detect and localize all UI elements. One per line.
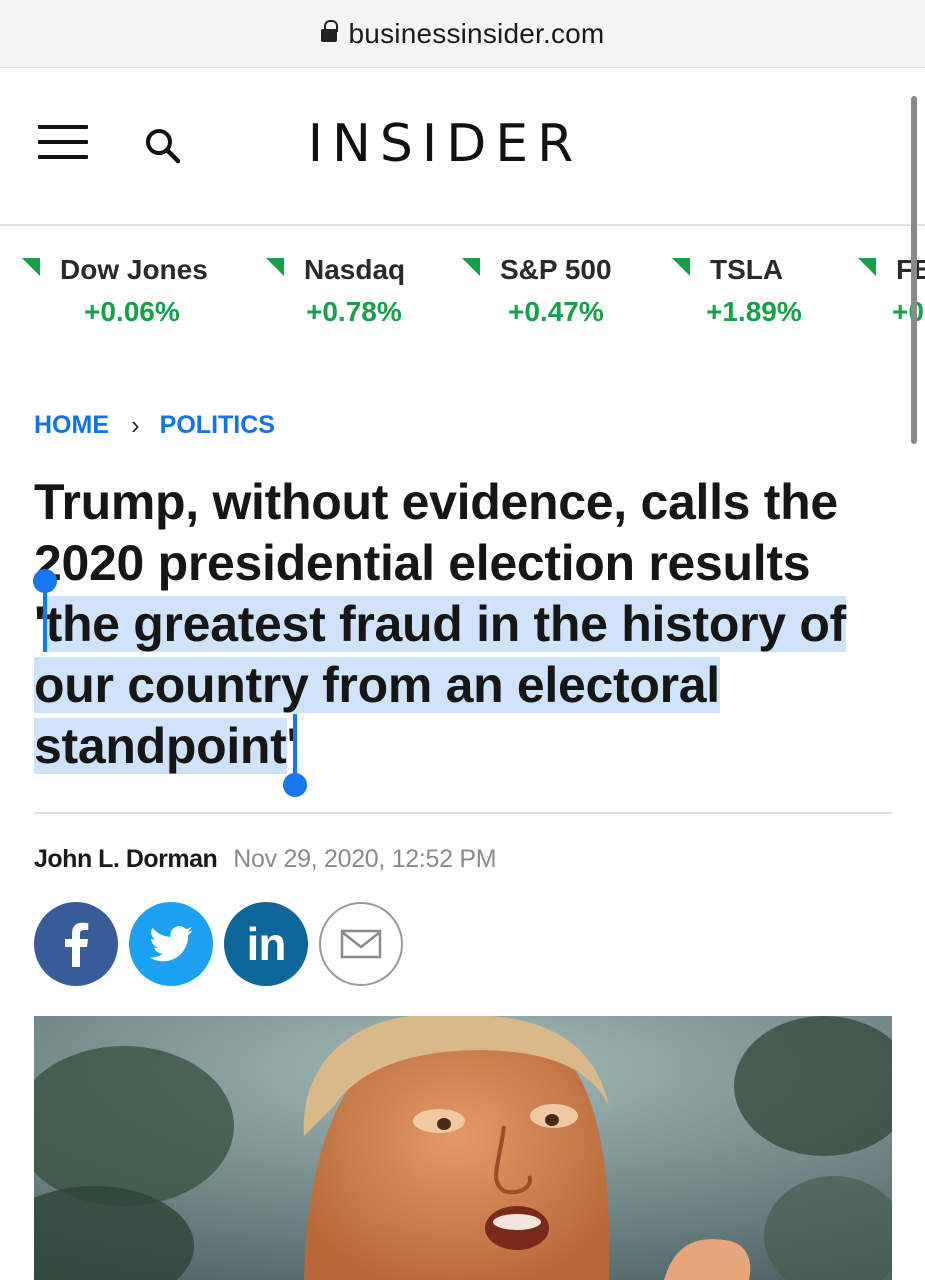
- article-headline[interactable]: Trump, without evidence, calls the 2020 …: [34, 472, 894, 777]
- selection-start-caret: [43, 590, 47, 652]
- breadcrumb-home-link[interactable]: HOME: [34, 411, 109, 440]
- headline-text: Trump, without evidence, calls the 2020 …: [34, 474, 838, 591]
- search-icon[interactable]: [143, 126, 183, 166]
- selected-text[interactable]: the greatest fraud in the history of our…: [34, 596, 846, 774]
- down-arrow-icon: [858, 258, 876, 276]
- ticker-name: TSLA: [710, 254, 784, 285]
- breadcrumb-politics-link[interactable]: POLITICS: [160, 411, 275, 440]
- chevron-right-icon: ›: [131, 410, 140, 440]
- ticker-name: S&P 500: [500, 254, 612, 285]
- envelope-icon: [340, 929, 382, 959]
- ticker-name: Nasdaq: [304, 254, 406, 285]
- site-header: INSIDER: [0, 68, 925, 226]
- byline: John L. Dorman Nov 29, 2020, 12:52 PM: [34, 845, 497, 874]
- browser-url-bar[interactable]: businessinsider.com: [0, 0, 925, 68]
- stock-ticker[interactable]: Dow Jones +0.06% Nasdaq +0.78% S&P 500 +…: [0, 228, 925, 338]
- ticker-change: +0.78%: [306, 296, 402, 327]
- linkedin-share-button[interactable]: in: [224, 902, 308, 986]
- divider: [34, 812, 892, 814]
- article-photo: [34, 1016, 892, 1280]
- breadcrumb: HOME › POLITICS: [34, 410, 275, 441]
- site-logo[interactable]: INSIDER: [300, 114, 590, 174]
- ticker-change: +0.47%: [508, 296, 604, 327]
- page-scrollbar[interactable]: [911, 96, 917, 444]
- ticker-change: +0: [892, 296, 924, 327]
- lock-icon: [320, 19, 338, 46]
- publish-date: Nov 29, 2020, 12:52 PM: [233, 845, 497, 873]
- selection-end-handle[interactable]: [283, 773, 307, 797]
- down-arrow-icon: [672, 258, 690, 276]
- email-share-button[interactable]: [319, 902, 403, 986]
- facebook-icon: [65, 922, 89, 967]
- down-arrow-icon: [266, 258, 284, 276]
- facebook-share-button[interactable]: [34, 902, 118, 986]
- selection-end-caret: [293, 714, 297, 774]
- ticker-change: +0.06%: [84, 296, 180, 327]
- article-hero-image: [34, 1016, 892, 1280]
- twitter-share-button[interactable]: [129, 902, 213, 986]
- linkedin-icon: in: [246, 918, 287, 970]
- ticker-name: Dow Jones: [60, 254, 208, 285]
- down-arrow-icon: [462, 258, 480, 276]
- menu-icon[interactable]: [38, 125, 88, 159]
- down-arrow-icon: [22, 258, 40, 276]
- url-text[interactable]: businessinsider.com: [349, 18, 605, 50]
- twitter-icon: [149, 926, 193, 962]
- author-name[interactable]: John L. Dorman: [34, 845, 218, 874]
- ticker-change: +1.89%: [706, 296, 802, 327]
